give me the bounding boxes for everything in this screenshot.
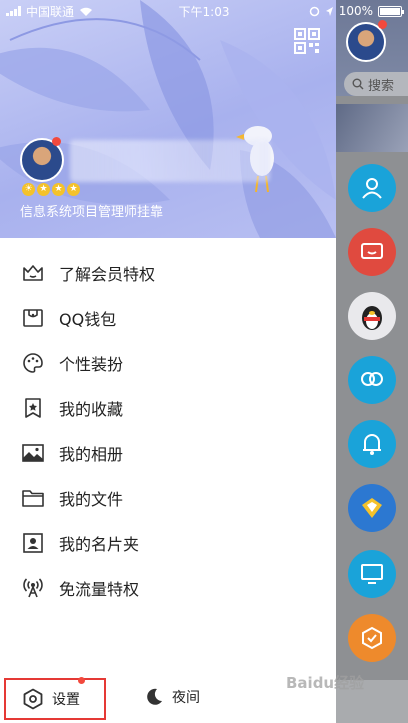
blurred-nickname xyxy=(70,140,270,182)
menu-item-label: 个性装扮 xyxy=(59,354,124,374)
group-icon[interactable] xyxy=(348,356,396,404)
qr-code-icon[interactable] xyxy=(294,28,320,54)
sun-icon: ☀ xyxy=(22,183,35,196)
location-icon xyxy=(325,6,333,16)
menu-item-label: QQ钱包 xyxy=(59,309,117,329)
night-mode-label: 夜间 xyxy=(172,690,200,706)
menu-item-label: 我的相册 xyxy=(59,444,124,464)
status-time: 下午1:03 xyxy=(178,4,230,19)
palette-icon xyxy=(23,352,43,373)
menu-item-label: 了解会员特权 xyxy=(59,264,156,284)
wallet-icon xyxy=(23,308,43,327)
underlay-banner xyxy=(336,104,408,152)
business-card-icon xyxy=(23,532,43,553)
profile-header: ☀ ★ ★ ★ 信息系统项目管理师挂靠 xyxy=(0,0,336,238)
watermark: Baidu经验 xyxy=(286,674,365,692)
menu-item-cards[interactable]: 我的名片夹 xyxy=(0,520,336,565)
menu-item-vip[interactable]: 了解会员特权 xyxy=(0,250,336,295)
moon-icon xyxy=(147,688,162,705)
settings-hexagon-icon xyxy=(23,688,43,710)
main-screen-underlay: 搜索 xyxy=(336,0,408,723)
side-drawer: ☀ ★ ★ ★ 信息系统项目管理师挂靠 了解会员特权 QQ钱包 个性装扮 我的收… xyxy=(0,0,336,723)
contact-icon[interactable] xyxy=(348,164,396,212)
menu-item-label: 我的文件 xyxy=(59,489,124,509)
vip-crown-icon xyxy=(23,264,43,281)
menu-item-wallet[interactable]: QQ钱包 xyxy=(0,295,336,340)
settings-button[interactable]: 设置 xyxy=(4,678,106,720)
search-icon xyxy=(352,78,364,90)
star-icon: ★ xyxy=(67,183,80,196)
favorite-bookmark-icon xyxy=(25,397,41,418)
search-bar[interactable]: 搜索 xyxy=(344,72,408,96)
photo-album-icon xyxy=(22,443,44,462)
signal-icon xyxy=(6,6,21,16)
penguin-icon[interactable] xyxy=(348,292,396,340)
search-label: 搜索 xyxy=(368,78,395,94)
battery-icon xyxy=(378,5,404,17)
free-data-icon xyxy=(23,577,43,597)
menu-item-files[interactable]: 我的文件 xyxy=(0,475,336,520)
drawer-menu: 了解会员特权 QQ钱包 个性装扮 我的收藏 我的相册 我的文件 我的名片夹 免流… xyxy=(0,250,336,610)
folder-icon xyxy=(22,489,44,507)
menu-item-theme[interactable]: 个性装扮 xyxy=(0,340,336,385)
menu-item-free-data[interactable]: 免流量特权 xyxy=(0,565,336,610)
menu-item-label: 我的名片夹 xyxy=(59,534,140,554)
level-badges[interactable]: ☀ ★ ★ ★ xyxy=(22,183,80,196)
menu-item-label: 免流量特权 xyxy=(59,579,140,599)
message-icon[interactable] xyxy=(348,228,396,276)
battery-percent: 100% xyxy=(338,4,373,18)
menu-item-favorites[interactable]: 我的收藏 xyxy=(0,385,336,430)
badge-icon[interactable] xyxy=(348,614,396,662)
star-icon: ★ xyxy=(52,183,65,196)
menu-item-label: 我的收藏 xyxy=(59,399,124,419)
monitor-icon[interactable] xyxy=(348,550,396,598)
profile-signature[interactable]: 信息系统项目管理师挂靠 xyxy=(20,201,163,220)
rotation-lock-icon xyxy=(309,6,319,16)
menu-item-album[interactable]: 我的相册 xyxy=(0,430,336,475)
wifi-icon xyxy=(80,7,93,16)
star-icon: ★ xyxy=(37,183,50,196)
notification-dot xyxy=(52,137,61,146)
carrier-name: 中国联通 xyxy=(26,4,75,19)
bell-icon[interactable] xyxy=(348,420,396,468)
notification-dot xyxy=(78,677,85,684)
game-icon[interactable] xyxy=(348,484,396,532)
settings-label: 设置 xyxy=(52,692,80,708)
night-mode-button[interactable]: 夜间 xyxy=(144,678,200,716)
status-bar: 中国联通 下午1:03 100% xyxy=(0,0,408,22)
